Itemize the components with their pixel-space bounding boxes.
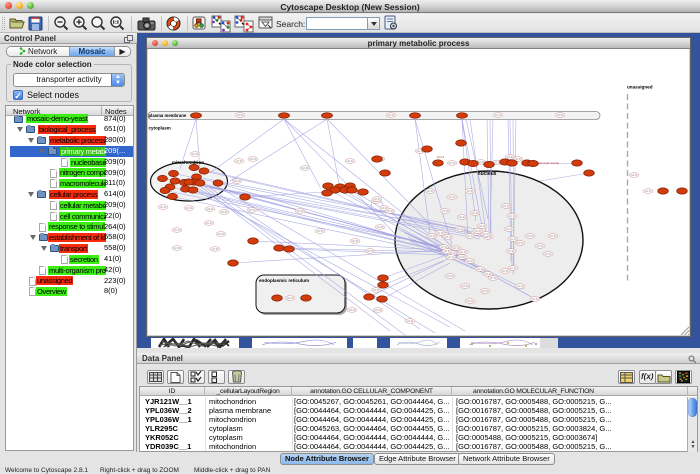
svg-text:GO:00: GO:00 — [174, 248, 181, 250]
svg-text:GO:00: GO:00 — [495, 115, 502, 117]
svg-text:unassigned: unassigned — [627, 85, 653, 90]
svg-text:GO:00: GO:00 — [479, 226, 486, 228]
svg-text:GO:00: GO:00 — [459, 217, 466, 219]
svg-text:GO:00: GO:00 — [429, 236, 436, 238]
svg-text:GO:00: GO:00 — [174, 230, 181, 232]
svg-text:GO:00: GO:00 — [352, 241, 359, 243]
svg-text:GO:00: GO:00 — [349, 310, 356, 312]
svg-text:GO:4: GO:4 — [437, 155, 445, 159]
svg-text:GO:00: GO:00 — [237, 115, 244, 117]
svg-text:GO:00: GO:00 — [537, 246, 544, 248]
svg-text:GO:00: GO:00 — [527, 236, 534, 238]
svg-text:GO:00: GO:00 — [460, 252, 467, 254]
svg-text:GO:00: GO:00 — [503, 206, 510, 208]
svg-text:GO:00: GO:00 — [545, 254, 552, 256]
svg-text:GO:00: GO:00 — [467, 301, 474, 303]
svg-text:GO:00: GO:00 — [302, 168, 309, 170]
svg-text:GO:00: GO:00 — [506, 229, 513, 231]
svg-text:GO:00: GO:00 — [377, 227, 384, 229]
svg-text:GO:00: GO:00 — [186, 208, 193, 210]
svg-text:GO:00: GO:00 — [388, 115, 395, 117]
svg-text:GO:00: GO:00 — [374, 199, 381, 201]
svg-text:GO:00: GO:00 — [375, 310, 382, 312]
svg-text:GO:00: GO:00 — [347, 161, 354, 163]
svg-text:GO:00: GO:00 — [517, 286, 524, 288]
svg-text:GO:00: GO:00 — [287, 298, 294, 300]
svg-text:GO:00: GO:00 — [317, 231, 324, 233]
svg-text:GO:00: GO:00 — [449, 197, 456, 199]
svg-text:mitochondrion: mitochondrion — [172, 160, 204, 165]
svg-text:GO:00: GO:00 — [467, 261, 474, 263]
svg-text:GO:00: GO:00 — [490, 278, 497, 280]
svg-text:GO:00: GO:00 — [437, 233, 444, 235]
svg-text:GO:00: GO:00 — [557, 115, 564, 117]
svg-text:GO:00: GO:00 — [508, 251, 515, 253]
svg-text:GO:00: GO:00 — [482, 291, 489, 293]
svg-text:GO:00: GO:00 — [550, 236, 557, 238]
svg-text:GO:00: GO:00 — [442, 211, 449, 213]
svg-text:GO:00: GO:00 — [483, 234, 490, 236]
svg-text:GO:00: GO:00 — [236, 161, 243, 163]
svg-text:GO:00: GO:00 — [502, 271, 509, 273]
svg-text:GO:00: GO:00 — [472, 213, 479, 215]
svg-text:GO:00: GO:00 — [218, 234, 225, 236]
svg-text:GO:00: GO:00 — [631, 175, 638, 177]
svg-text:cytoplasm: cytoplasm — [149, 126, 171, 131]
svg-text:GO:00: GO:00 — [475, 231, 482, 233]
svg-text:GO:00: GO:00 — [206, 223, 213, 225]
svg-text:plasma membrane: plasma membrane — [149, 113, 187, 118]
svg-text:GO:00: GO:00 — [507, 157, 514, 159]
svg-text:GO:00: GO:00 — [509, 216, 516, 218]
svg-text:GO:00: GO:00 — [234, 181, 241, 183]
svg-text:GO:00: GO:00 — [207, 209, 214, 211]
svg-text:GO:00: GO:00 — [477, 269, 484, 271]
svg-text:GO:00: GO:00 — [448, 257, 455, 259]
svg-text:GO:00: GO:00 — [517, 243, 524, 245]
svg-text:GO:00: GO:00 — [221, 212, 228, 214]
svg-text:GO:00: GO:00 — [427, 191, 434, 193]
svg-text:GO:00: GO:00 — [447, 276, 454, 278]
svg-text:GO:00: GO:00 — [212, 249, 219, 251]
svg-text:GO:00: GO:00 — [485, 237, 492, 239]
svg-text:GO:00: GO:00 — [532, 299, 539, 301]
svg-text:GO:00: GO:00 — [645, 191, 652, 193]
svg-text:GO:00: GO:00 — [510, 239, 517, 241]
svg-text:endoplasmic reticulum: endoplasmic reticulum — [259, 278, 309, 283]
svg-text:GO:00: GO:00 — [444, 251, 451, 253]
svg-text:GO:00: GO:00 — [367, 251, 374, 253]
svg-text:GO:00: GO:00 — [160, 207, 167, 209]
svg-text:GO:00: GO:00 — [381, 208, 388, 210]
svg-text:GO:00: GO:00 — [510, 268, 517, 270]
svg-text:GO:00: GO:00 — [297, 211, 304, 213]
svg-text:GO:00: GO:00 — [453, 248, 460, 250]
svg-text:GO:00: GO:00 — [467, 191, 474, 193]
svg-text:GO:00: GO:00 — [459, 257, 466, 259]
svg-text:GO:00: GO:00 — [462, 286, 469, 288]
svg-text:GO:00: GO:00 — [250, 159, 257, 161]
svg-text:GO:00: GO:00 — [467, 236, 474, 238]
svg-text:GO:00: GO:00 — [445, 237, 452, 239]
svg-text:GO:00: GO:00 — [407, 321, 414, 323]
svg-text:nucleus: nucleus — [478, 171, 497, 177]
svg-text:GO:00: GO:00 — [457, 229, 464, 231]
svg-text:GO:00: GO:00 — [192, 154, 199, 156]
svg-text:GO:00: GO:00 — [387, 211, 394, 213]
svg-text:GO:00: GO:00 — [373, 290, 380, 292]
svg-text:GO:00: GO:00 — [249, 210, 256, 212]
svg-text:GO:00: GO:00 — [449, 163, 456, 165]
